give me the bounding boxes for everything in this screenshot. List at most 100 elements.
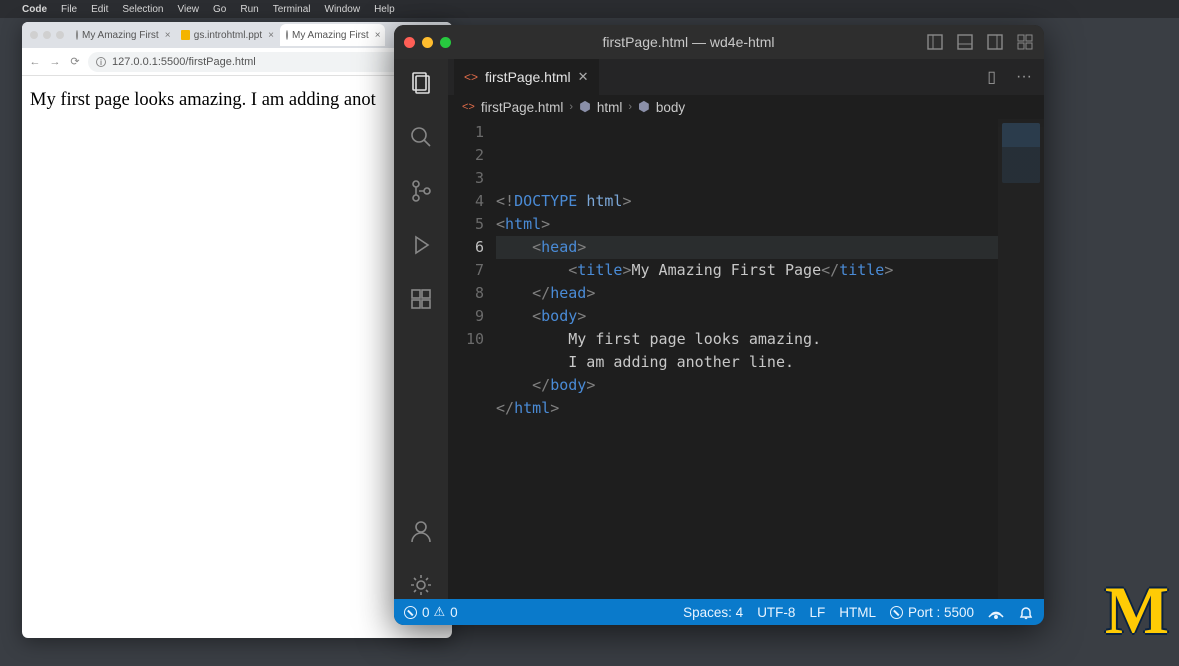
broadcast-icon[interactable]: [988, 604, 1004, 620]
menubar-item-file[interactable]: File: [61, 4, 77, 15]
html-file-icon: <>: [464, 70, 478, 84]
eol-indicator[interactable]: LF: [809, 605, 825, 620]
code-editor[interactable]: 12345678910 <!DOCTYPE html><html> <head>…: [448, 119, 1044, 599]
account-icon[interactable]: [407, 517, 435, 545]
editor-tabbar: <> firstPage.html ✕ ▯ ···: [448, 59, 1044, 95]
line-number: 1: [448, 121, 484, 144]
split-editor-icon[interactable]: ▯: [981, 67, 1002, 87]
breadcrumb[interactable]: <> firstPage.html › ⬢ html › ⬢ body: [448, 95, 1044, 119]
explorer-icon[interactable]: [407, 69, 435, 97]
browser-page-content: My first page looks amazing. I am adding…: [22, 76, 452, 638]
layout-grid-icon[interactable]: [1016, 33, 1034, 51]
reload-button[interactable]: ⟳: [68, 55, 82, 68]
line-number: 6: [448, 236, 484, 259]
mac-menubar: Code File Edit Selection View Go Run Ter…: [0, 0, 1179, 18]
browser-tab-1[interactable]: gs.introhtml.ppt ×: [175, 24, 280, 46]
extensions-icon[interactable]: [407, 285, 435, 313]
layout-right-icon[interactable]: [986, 33, 1004, 51]
menubar-item-selection[interactable]: Selection: [122, 4, 163, 15]
line-number: 2: [448, 144, 484, 167]
line-number: 7: [448, 259, 484, 282]
close-icon[interactable]: ×: [165, 30, 171, 41]
port-indicator[interactable]: Port : 5500: [890, 605, 974, 620]
code-line[interactable]: My first page looks amazing.: [496, 328, 1044, 351]
code-line[interactable]: <head>: [496, 236, 1044, 259]
error-icon: [404, 606, 417, 619]
chevron-right-icon: ›: [569, 101, 573, 113]
line-number: 8: [448, 282, 484, 305]
menubar-item-edit[interactable]: Edit: [91, 4, 108, 15]
line-gutter: 12345678910: [448, 119, 496, 599]
menubar-item-go[interactable]: Go: [213, 4, 226, 15]
file-tab-name: firstPage.html: [485, 69, 571, 85]
menubar-item-view[interactable]: View: [178, 4, 200, 15]
symbol-icon: ⬢: [638, 99, 650, 115]
code-line[interactable]: <body>: [496, 305, 1044, 328]
source-control-icon[interactable]: [407, 177, 435, 205]
close-icon[interactable]: ×: [375, 30, 381, 41]
browser-tab-0[interactable]: My Amazing First ×: [70, 24, 175, 46]
minimap[interactable]: [998, 119, 1044, 599]
code-line[interactable]: </head>: [496, 282, 1044, 305]
michigan-logo: M: [1105, 571, 1163, 650]
close-icon[interactable]: ✕: [578, 69, 589, 85]
browser-addressbar: ← → ⟳ i 127.0.0.1:5500/firstPage.html ☆: [22, 48, 452, 76]
globe-icon: [76, 30, 78, 40]
block-icon: [890, 606, 903, 619]
menubar-app[interactable]: Code: [22, 4, 47, 15]
browser-tabstrip: My Amazing First × gs.introhtml.ppt × My…: [22, 22, 452, 48]
breadcrumb-body[interactable]: body: [656, 100, 685, 115]
code-line[interactable]: </html>: [496, 397, 1044, 420]
browser-window: My Amazing First × gs.introhtml.ppt × My…: [22, 22, 452, 638]
activity-bar: [394, 59, 448, 599]
breadcrumb-file[interactable]: firstPage.html: [481, 100, 564, 115]
minimize-dot[interactable]: [422, 37, 433, 48]
vscode-traffic-lights[interactable]: [404, 37, 451, 48]
run-debug-icon[interactable]: [407, 231, 435, 259]
bell-icon[interactable]: [1018, 604, 1034, 620]
file-tab[interactable]: <> firstPage.html ✕: [454, 59, 599, 95]
menubar-item-run[interactable]: Run: [240, 4, 258, 15]
close-icon[interactable]: ×: [268, 30, 274, 41]
menubar-item-terminal[interactable]: Terminal: [273, 4, 311, 15]
warning-icon: ⚠: [434, 604, 446, 620]
layout-bottom-icon[interactable]: [956, 33, 974, 51]
close-dot[interactable]: [404, 37, 415, 48]
back-button[interactable]: ←: [28, 56, 42, 68]
symbol-icon: ⬢: [579, 99, 591, 115]
more-icon[interactable]: ···: [1010, 68, 1038, 86]
url-field[interactable]: i 127.0.0.1:5500/firstPage.html: [88, 52, 430, 72]
code-line[interactable]: I am adding another line.: [496, 351, 1044, 374]
encoding-indicator[interactable]: UTF-8: [757, 605, 795, 620]
code-line[interactable]: <title>My Amazing First Page</title>: [496, 259, 1044, 282]
search-icon[interactable]: [407, 123, 435, 151]
language-indicator[interactable]: HTML: [839, 605, 876, 620]
port-label: Port : 5500: [908, 605, 974, 620]
indent-indicator[interactable]: Spaces: 4: [683, 605, 743, 620]
vscode-window: firstPage.html — wd4e-html <> firstPage.…: [394, 25, 1044, 625]
browser-traffic-lights[interactable]: [28, 31, 70, 39]
zoom-dot[interactable]: [440, 37, 451, 48]
tab-title: gs.introhtml.ppt: [194, 30, 262, 41]
layout-left-icon[interactable]: [926, 33, 944, 51]
code-line[interactable]: <!DOCTYPE html>: [496, 190, 1044, 213]
minimap-content: [1002, 123, 1040, 183]
code-lines[interactable]: <!DOCTYPE html><html> <head> <title>My A…: [496, 119, 1044, 599]
forward-button[interactable]: →: [48, 56, 62, 68]
warnings-indicator[interactable]: ⚠ 0: [434, 604, 458, 620]
line-number: 3: [448, 167, 484, 190]
code-line[interactable]: </body>: [496, 374, 1044, 397]
window-title: firstPage.html — wd4e-html: [451, 34, 926, 50]
vscode-titlebar: firstPage.html — wd4e-html: [394, 25, 1044, 59]
browser-tab-2[interactable]: My Amazing First ×: [280, 24, 385, 46]
page-text: My first page looks amazing. I am adding…: [30, 90, 376, 110]
errors-indicator[interactable]: 0: [404, 605, 430, 620]
menubar-item-help[interactable]: Help: [374, 4, 395, 15]
tab-title: My Amazing First: [82, 30, 159, 41]
code-line[interactable]: <html>: [496, 213, 1044, 236]
breadcrumb-html[interactable]: html: [597, 100, 623, 115]
globe-icon: [286, 30, 288, 40]
gear-icon[interactable]: [407, 571, 435, 599]
menubar-item-window[interactable]: Window: [325, 4, 361, 15]
site-info-icon[interactable]: i: [96, 57, 106, 67]
